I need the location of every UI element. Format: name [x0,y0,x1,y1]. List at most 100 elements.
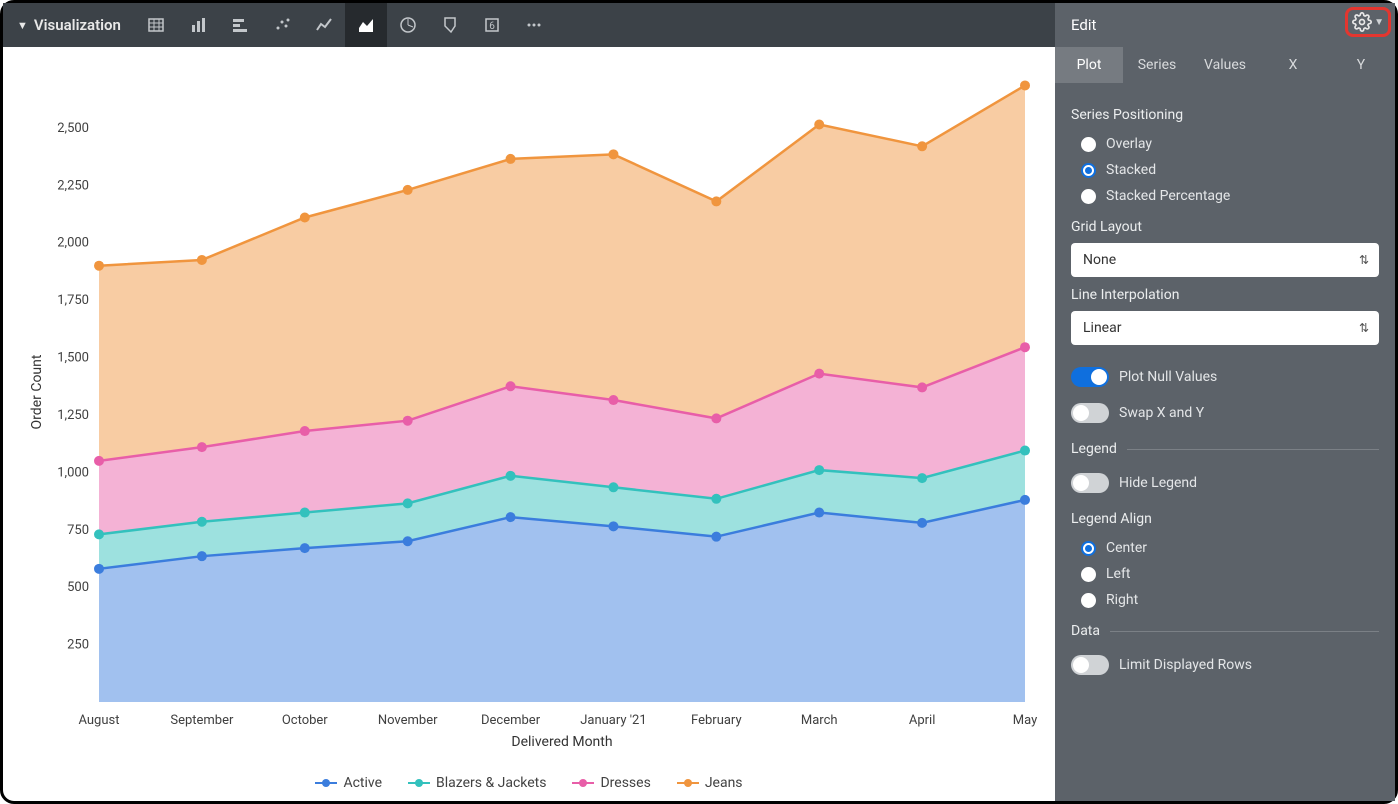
legend-swatch-icon [677,779,699,787]
legend-swatch-icon [408,779,430,787]
legend-item-dresses[interactable]: Dresses [572,775,650,791]
svg-text:2,250: 2,250 [57,178,89,193]
legend-align-left[interactable]: Left [1071,561,1379,587]
svg-text:September: September [170,713,234,728]
radio-icon [1081,163,1096,178]
svg-text:500: 500 [67,580,89,595]
radio-label: Right [1106,592,1138,608]
legend-label: Jeans [705,775,743,791]
svg-text:Delivered Month: Delivered Month [511,734,612,750]
legend-item-jeans[interactable]: Jeans [677,775,743,791]
chart-type-map-icon[interactable] [429,3,471,47]
legend-label: Blazers & Jackets [436,775,546,791]
chart-type-timeline-icon[interactable] [387,3,429,47]
panel-tabs: PlotSeriesValuesXY [1055,47,1395,83]
tab-series[interactable]: Series [1123,47,1191,83]
select-chevron-icon: ⇅ [1359,253,1369,267]
chart-type-line-icon[interactable] [303,3,345,47]
limit-rows-toggle[interactable] [1071,655,1109,675]
grid-layout-value: None [1083,252,1116,268]
tab-plot[interactable]: Plot [1055,47,1123,83]
swap-xy-toggle[interactable] [1071,403,1109,423]
svg-text:2,500: 2,500 [57,121,89,136]
radio-icon [1081,189,1096,204]
svg-text:January '21: January '21 [580,713,646,728]
svg-text:1,750: 1,750 [57,293,89,308]
line-interpolation-value: Linear [1083,320,1121,336]
svg-text:6: 6 [489,21,495,32]
svg-text:February: February [691,713,742,728]
radio-label: Stacked [1106,162,1156,178]
line-interpolation-select[interactable]: Linear ⇅ [1071,311,1379,345]
svg-text:1,000: 1,000 [57,465,89,480]
legend-align-title: Legend Align [1071,511,1379,527]
chart-type-area-icon[interactable] [345,3,387,47]
grid-layout-select[interactable]: None ⇅ [1071,243,1379,277]
radio-label: Stacked Percentage [1106,188,1230,204]
legend-align-center[interactable]: Center [1071,535,1379,561]
chart-type-bar-icon[interactable] [219,3,261,47]
legend-swatch-icon [315,779,337,787]
tab-x[interactable]: X [1259,47,1327,83]
radio-icon [1081,593,1096,608]
legend-label: Active [343,775,382,791]
radio-label: Center [1106,540,1147,556]
svg-text:250: 250 [67,638,89,653]
legend-align-right[interactable]: Right [1071,587,1379,613]
tab-values[interactable]: Values [1191,47,1259,83]
radio-icon [1081,567,1096,582]
legend-item-blazers-jackets[interactable]: Blazers & Jackets [408,775,546,791]
edit-side-panel: PlotSeriesValuesXY Series Positioning Ov… [1055,47,1395,801]
legend-swatch-icon [572,779,594,787]
visualization-header[interactable]: ▼ Visualization [3,16,135,34]
svg-text:October: October [282,713,328,728]
visualization-title: Visualization [34,16,121,34]
svg-text:November: November [378,713,438,728]
chart-type-strip: 6 [135,3,555,47]
chevron-down-icon: ▼ [17,19,28,32]
chart-type-more-icon[interactable] [513,3,555,47]
top-toolbar: ▼ Visualization 6 Edit ▼ [3,3,1395,47]
swap-xy-label: Swap X and Y [1119,405,1204,421]
series-positioning-title: Series Positioning [1071,107,1379,123]
series-pos-overlay[interactable]: Overlay [1071,131,1379,157]
legend-item-active[interactable]: Active [315,775,382,791]
chart-type-scatter-icon[interactable] [261,3,303,47]
radio-icon [1081,541,1096,556]
series-pos-stacked[interactable]: Stacked [1071,157,1379,183]
edit-tab[interactable]: Edit [1055,3,1395,47]
chart-legend: Active Blazers & Jackets Dresses Jeans [19,767,1039,793]
settings-gear-button[interactable]: ▼ [1345,7,1391,37]
chart-pane: 250 500 750 1,000 1,250 1,500 1,750 2,000 2,250 2… [3,47,1055,801]
svg-text:1,250: 1,250 [57,408,89,423]
gear-icon [1352,12,1372,32]
radio-label: Left [1106,566,1130,582]
svg-text:1,500: 1,500 [57,351,89,366]
svg-text:750: 750 [67,523,89,538]
chevron-down-icon: ▼ [1374,17,1384,28]
radio-icon [1081,137,1096,152]
svg-text:April: April [909,713,936,728]
select-chevron-icon: ⇅ [1359,321,1369,335]
area-chart[interactable]: 250 500 750 1,000 1,250 1,500 1,750 2,000 2,250 2… [19,57,1039,767]
tab-y[interactable]: Y [1327,47,1395,83]
svg-text:August: August [78,713,119,728]
svg-text:Order Count: Order Count [29,354,45,429]
chart-type-column-icon[interactable] [177,3,219,47]
limit-rows-label: Limit Displayed Rows [1119,657,1252,673]
line-interpolation-title: Line Interpolation [1071,287,1379,303]
svg-text:December: December [481,713,541,728]
legend-section-title: Legend [1071,441,1379,457]
plot-null-toggle[interactable] [1071,367,1109,387]
grid-layout-title: Grid Layout [1071,219,1379,235]
chart-type-single-value-icon[interactable]: 6 [471,3,513,47]
plot-null-label: Plot Null Values [1119,369,1217,385]
hide-legend-label: Hide Legend [1119,475,1197,491]
svg-text:2,000: 2,000 [57,236,89,251]
svg-text:May: May [1013,713,1037,728]
series-pos-stacked-percentage[interactable]: Stacked Percentage [1071,183,1379,209]
svg-text:March: March [801,713,838,728]
chart-type-table-icon[interactable] [135,3,177,47]
legend-label: Dresses [600,775,650,791]
hide-legend-toggle[interactable] [1071,473,1109,493]
